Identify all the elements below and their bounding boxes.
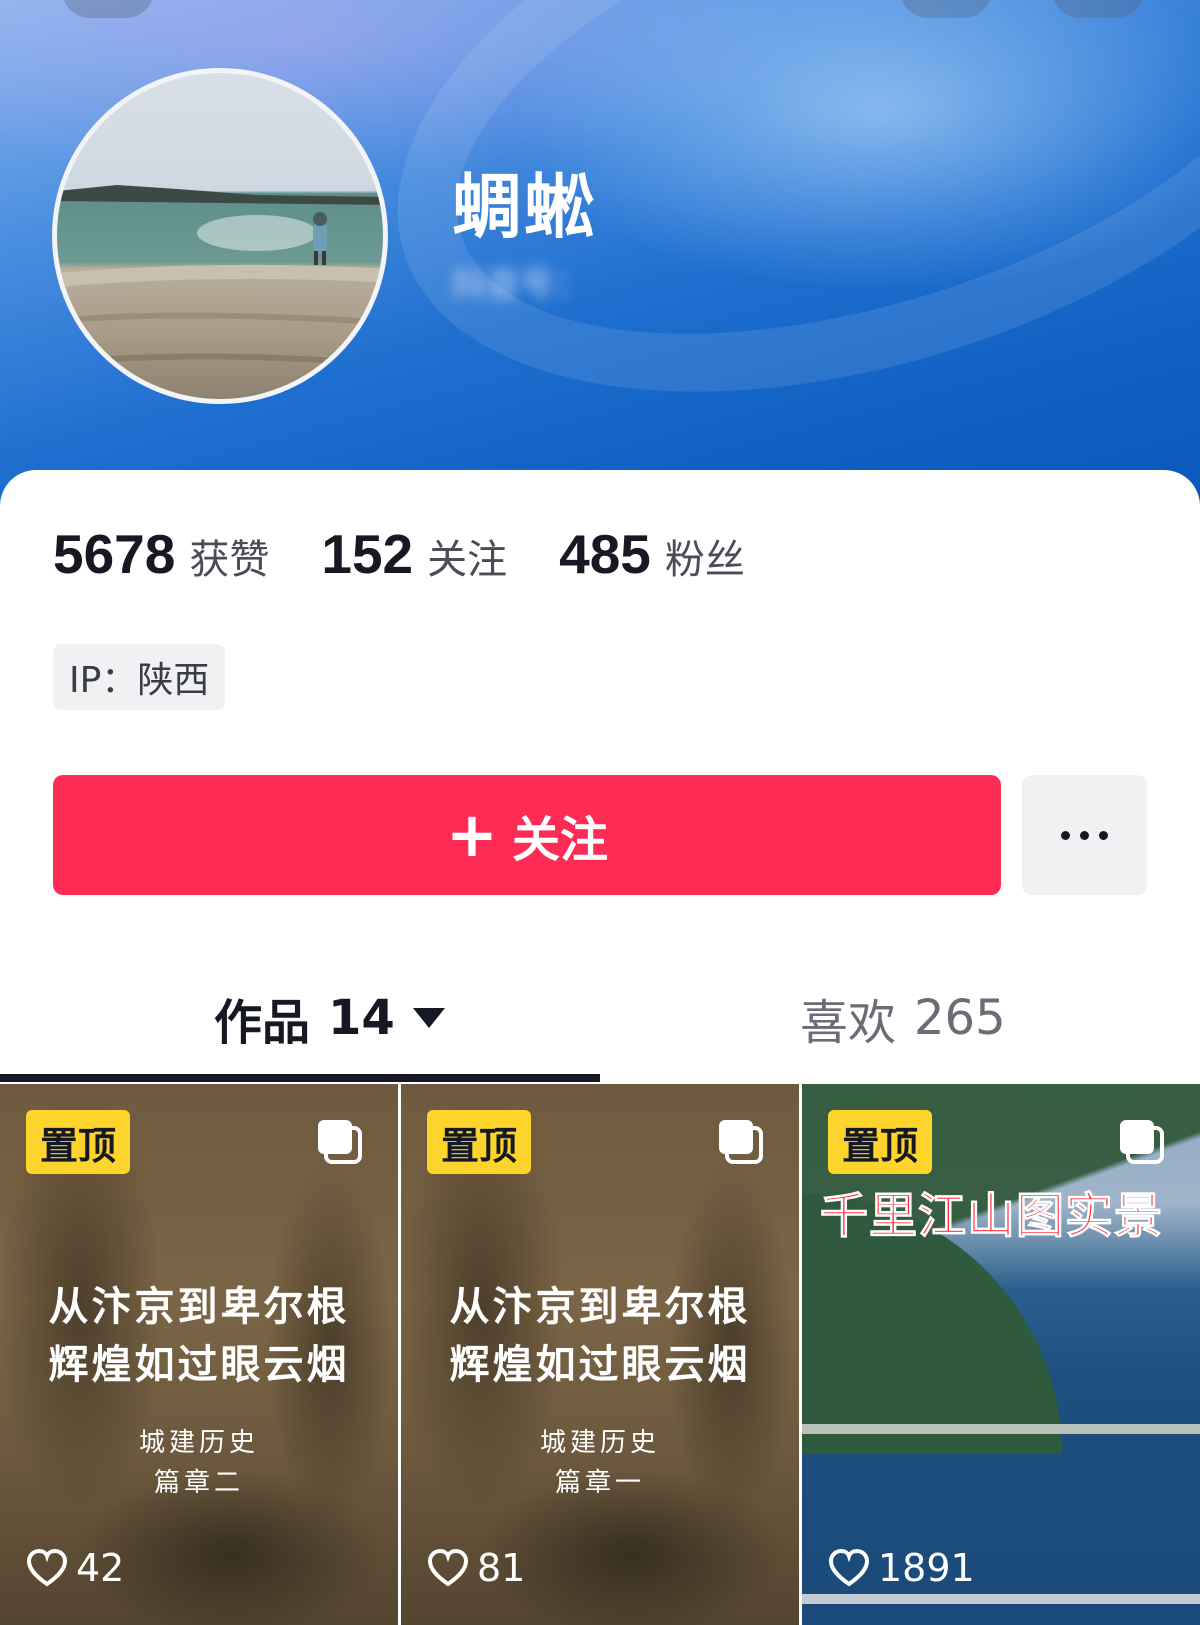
tab-likes-count: 265: [914, 990, 1006, 1046]
pinned-badge: 置顶: [427, 1110, 532, 1174]
plus-icon: +: [446, 798, 498, 871]
like-count: 1891: [878, 1546, 975, 1590]
tab-works-label: 作品: [214, 995, 311, 1051]
stat-following[interactable]: 152 关注: [321, 522, 507, 586]
active-tab-indicator: [0, 1074, 600, 1082]
heart-icon: [427, 1548, 469, 1587]
avatar[interactable]: [52, 68, 388, 404]
post-title-line: 辉煌如过眼云烟: [449, 1341, 751, 1388]
multi-image-icon: [318, 1120, 362, 1164]
nickname: 蜩蜙: [452, 166, 596, 248]
tab-works-count: 14: [328, 990, 395, 1046]
post-title-line: 从汴京到卑尔根: [449, 1283, 751, 1330]
post-subtitle-line: 城建历史: [539, 1428, 660, 1458]
more-dots-icon: [1061, 830, 1070, 840]
stat-label: 获赞: [189, 537, 270, 583]
post-subtitle-line: 篇章一: [554, 1468, 645, 1498]
follow-label: 关注: [511, 812, 608, 868]
stat-likes-received[interactable]: 5678 获赞: [53, 522, 269, 586]
follow-button[interactable]: + 关注: [53, 775, 1001, 895]
stat-followers[interactable]: 485 粉丝: [559, 522, 745, 586]
post-subtitle-line: 篇章二: [153, 1468, 244, 1498]
stats-row: 5678 获赞 152 关注 485 粉丝: [53, 522, 797, 586]
post-thumbnail-bridge: [802, 1594, 1200, 1604]
post-subtitle-line: 城建历史: [138, 1428, 259, 1458]
post-title-line: 从汴京到卑尔根: [48, 1283, 350, 1330]
more-dots-icon: [1099, 830, 1108, 840]
more-options-button[interactable]: [1022, 775, 1147, 895]
post-card[interactable]: 置顶 千里江山图实景 1891: [802, 1084, 1200, 1625]
stat-value: 485: [559, 523, 651, 585]
post-like-count: 81: [427, 1546, 525, 1590]
tab-works[interactable]: 作品 14: [214, 985, 445, 1051]
stat-label: 粉丝: [664, 537, 745, 583]
douyin-id: 抖音号：: [452, 265, 588, 305]
post-card[interactable]: 置顶 从汴京到卑尔根 辉煌如过眼云烟 城建历史 篇章二 42: [0, 1084, 398, 1625]
heart-icon: [828, 1548, 870, 1587]
avatar-beach-photo: [57, 185, 383, 368]
multi-image-icon: [1120, 1120, 1164, 1164]
pinned-badge: 置顶: [828, 1110, 933, 1174]
post-like-count: 1891: [828, 1546, 975, 1590]
stat-label: 关注: [427, 537, 508, 583]
stat-value: 152: [321, 523, 414, 585]
more-dots-icon: [1080, 830, 1089, 840]
ip-location-tag: IP：陕西: [53, 644, 226, 710]
stat-value: 5678: [53, 523, 176, 585]
pinned-badge: 置顶: [26, 1110, 131, 1174]
post-like-count: 42: [26, 1546, 124, 1590]
profile-header-banner: 蜩蜙 抖音号：: [0, 0, 1200, 520]
post-thumbnail-shore: [802, 1424, 1200, 1434]
multi-image-icon: [719, 1120, 763, 1164]
tab-likes[interactable]: 喜欢 265: [800, 985, 1006, 1051]
banner-decoration: [324, 0, 1200, 502]
posts-grid: 置顶 从汴京到卑尔根 辉煌如过眼云烟 城建历史 篇章二 42 置顶 从汴京到卑尔…: [0, 1084, 1200, 1625]
back-button[interactable]: [62, 0, 154, 18]
post-card[interactable]: 置顶 从汴京到卑尔根 辉煌如过眼云烟 城建历史 篇章一 81: [401, 1084, 799, 1625]
heart-icon: [26, 1548, 68, 1587]
caret-down-icon[interactable]: [412, 1008, 445, 1028]
like-count: 42: [76, 1546, 125, 1590]
post-title-line: 千里江山图实景: [819, 1188, 1164, 1245]
like-count: 81: [477, 1546, 526, 1590]
post-title-line: 辉煌如过眼云烟: [48, 1341, 350, 1388]
tab-likes-label: 喜欢: [800, 995, 897, 1051]
